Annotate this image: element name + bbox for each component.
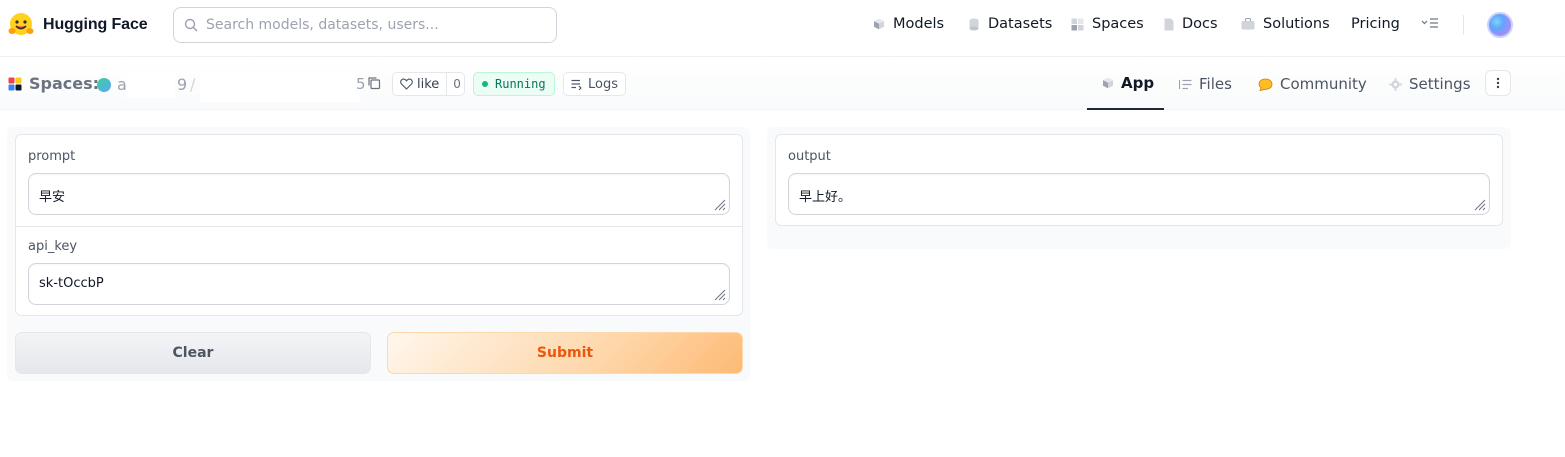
search-input[interactable] — [206, 17, 546, 33]
cube-icon — [873, 18, 885, 30]
api-key-label: api_key — [28, 239, 78, 254]
resize-handle-icon[interactable] — [714, 199, 726, 211]
tab-files[interactable]: Files — [1179, 58, 1232, 110]
nav-models[interactable]: Models — [873, 16, 944, 32]
copy-space-name-button[interactable] — [367, 76, 381, 95]
search-box[interactable] — [173, 7, 557, 43]
resize-handle-icon[interactable] — [714, 289, 726, 301]
prompt-textarea[interactable]: 早安 — [29, 174, 729, 214]
like-count: 0 — [446, 73, 461, 95]
nav-datasets[interactable]: Datasets — [968, 16, 1052, 32]
breadcrumb-separator: / — [190, 75, 196, 94]
briefcase-icon — [1241, 18, 1255, 30]
top-navbar: Hugging Face Models Datasets Spaces Docs — [0, 0, 1565, 57]
spaces-icon — [8, 77, 22, 90]
output-textarea[interactable]: 早上好。 — [789, 174, 1489, 214]
space-owner-prefix[interactable]: a — [117, 75, 127, 94]
redacted-space-name — [200, 70, 360, 102]
owner-avatar — [97, 78, 111, 92]
redacted-owner — [127, 72, 175, 98]
api-key-textarea[interactable]: sk-tOccbP — [29, 264, 729, 304]
field-separator — [16, 226, 742, 227]
nav-models-label: Models — [893, 16, 945, 32]
heart-icon — [400, 78, 413, 90]
output-form: output 早上好。 — [775, 134, 1503, 226]
status-dot-icon — [482, 81, 488, 87]
doc-icon — [1164, 18, 1174, 31]
prompt-textarea-box: 早安 — [28, 173, 730, 215]
tab-app[interactable]: App — [1087, 58, 1164, 110]
hugging-face-emoji-icon — [8, 13, 34, 35]
logs-label: Logs — [588, 76, 618, 92]
space-options-button[interactable] — [1485, 70, 1511, 96]
output-textarea-box: 早上好。 — [788, 173, 1490, 215]
nav-spaces-label: Spaces — [1092, 16, 1144, 32]
spaces-label: Spaces: — [29, 74, 100, 93]
menu-more-icon — [1421, 18, 1438, 28]
nav-pricing-label: Pricing — [1351, 16, 1400, 32]
tab-community-label: Community — [1280, 75, 1367, 93]
nav-divider — [1463, 15, 1464, 35]
tab-app-label: App — [1121, 74, 1155, 92]
copy-icon — [368, 77, 381, 90]
tab-settings-label: Settings — [1409, 75, 1471, 93]
nav-spaces[interactable]: Spaces — [1071, 16, 1144, 32]
tab-settings[interactable]: Settings — [1389, 58, 1471, 110]
gear-icon — [1389, 77, 1402, 91]
brand-logo[interactable]: Hugging Face — [8, 12, 148, 38]
logs-icon — [571, 79, 582, 90]
community-chat-icon — [1258, 78, 1273, 91]
tab-files-label: Files — [1199, 75, 1232, 93]
spaces-breadcrumb: Spaces: — [8, 74, 99, 93]
nav-solutions-label: Solutions — [1263, 16, 1330, 32]
prompt-label: prompt — [28, 149, 76, 164]
search-icon — [184, 18, 198, 32]
cube-icon — [1102, 77, 1114, 89]
resize-handle-icon[interactable] — [1474, 199, 1486, 211]
space-owner-suffix[interactable]: 9 — [177, 75, 187, 94]
inputs-form: prompt 早安 api_key sk-tOccbP — [15, 134, 743, 316]
kebab-menu-icon — [1496, 77, 1500, 89]
like-button[interactable]: like 0 — [392, 72, 465, 96]
nav-docs[interactable]: Docs — [1164, 16, 1218, 32]
nav-datasets-label: Datasets — [988, 16, 1053, 32]
like-label: like — [417, 76, 440, 92]
space-name-suffix[interactable]: 5 — [356, 75, 366, 93]
clear-button[interactable]: Clear — [15, 332, 371, 374]
nav-more-menu[interactable] — [1421, 16, 1439, 30]
api-key-textarea-box: sk-tOccbP — [28, 263, 730, 305]
submit-button[interactable]: Submit — [387, 332, 743, 374]
status-badge: Running — [473, 72, 555, 96]
brand-name: Hugging Face — [43, 16, 148, 33]
grid-icon — [1071, 18, 1084, 31]
nav-solutions[interactable]: Solutions — [1241, 16, 1330, 32]
nav-docs-label: Docs — [1182, 16, 1218, 32]
logs-button[interactable]: Logs — [563, 72, 626, 96]
status-text: Running — [495, 77, 546, 91]
files-list-icon — [1179, 79, 1192, 90]
database-icon — [968, 18, 980, 31]
output-label: output — [788, 149, 831, 164]
nav-pricing[interactable]: Pricing — [1351, 16, 1400, 32]
user-avatar[interactable] — [1487, 12, 1513, 38]
tab-community[interactable]: Community — [1258, 58, 1367, 110]
